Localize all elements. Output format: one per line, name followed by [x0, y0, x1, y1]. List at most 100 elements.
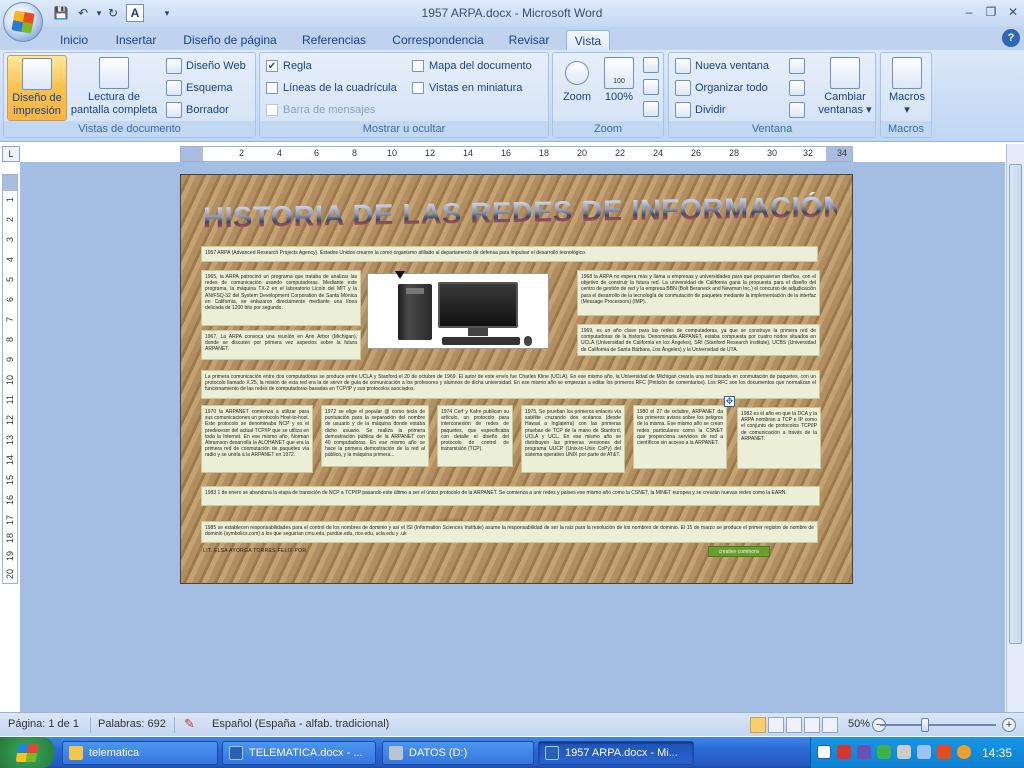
text-box-1965[interactable]: 1965, la ARPA patrocinó un programa que … [201, 270, 361, 326]
office-button[interactable] [3, 2, 43, 42]
app-icon[interactable] [897, 745, 911, 759]
tab-diseno-pagina[interactable]: Diseño de página [178, 30, 282, 50]
reset-window-icon[interactable] [789, 102, 809, 118]
proofing-icon[interactable]: ✎ [184, 716, 195, 732]
document-page[interactable]: HISTORIA DE LAS REDES DE INFORMACIÓN 195… [180, 174, 853, 584]
zoom-slider[interactable] [880, 724, 996, 726]
draft-view-icon[interactable] [822, 717, 838, 733]
word-count[interactable]: Palabras: 692 [98, 718, 166, 730]
dividir-button[interactable]: Dividir [675, 102, 726, 118]
tab-referencias[interactable]: Referencias [298, 30, 370, 50]
side-by-side-icon[interactable] [789, 58, 809, 74]
esquema-button[interactable]: Esquema [166, 80, 232, 96]
magnifier-icon [565, 61, 589, 85]
zoom-level[interactable]: 50% [848, 718, 870, 730]
vertical-scrollbar[interactable] [1006, 144, 1024, 712]
scrollbar-thumb[interactable] [1009, 164, 1022, 644]
macros-button[interactable]: Macros ▾ [885, 57, 929, 117]
tab-selector[interactable]: L [2, 146, 20, 162]
folder-icon [69, 746, 83, 760]
app-icon[interactable] [957, 745, 971, 759]
taskbar: telematica TELEMATICA.docx - ... DATOS (… [0, 737, 1024, 768]
zoom-slider-thumb[interactable] [921, 718, 929, 732]
page-width-icon[interactable] [643, 101, 663, 117]
organizar-todo-button[interactable]: Organizar todo [675, 80, 768, 96]
task-arpa-docx[interactable]: 1957 ARPA.docx - Mi... [538, 741, 694, 765]
text-box-1985[interactable]: 1985 se establecen responsabilidades par… [201, 521, 818, 543]
vertical-ruler[interactable]: 1 2 3 4 5 6 7 8 9 10 11 12 13 14 15 16 1… [2, 174, 18, 584]
tab-insertar[interactable]: Insertar [108, 30, 164, 50]
full-screen-reading-icon [99, 57, 129, 89]
close-button[interactable]: ✕ [1002, 3, 1024, 21]
hp-icon[interactable] [817, 745, 831, 759]
web-view-icon[interactable] [786, 717, 802, 733]
vistas-miniatura-checkbox[interactable]: Vistas en miniatura [412, 82, 522, 94]
app-icon[interactable] [877, 745, 891, 759]
network-icon[interactable] [917, 745, 931, 759]
restore-button[interactable]: ❐ [980, 3, 1002, 21]
group-ventana: Nueva ventana Organizar todo Dividir Cam… [668, 52, 876, 138]
app-icon[interactable] [857, 745, 871, 759]
text-box-1975[interactable]: 1975, Se prueban los primeros enlaces ví… [521, 405, 625, 473]
text-box-1972[interactable]: 1972 se elige el popular @ como tecla de… [321, 405, 429, 467]
text-box-1967[interactable]: 1967, La ARPA convoca una reunión en Ann… [201, 330, 361, 360]
lectura-pantalla-button[interactable]: Lectura de pantalla completa [68, 57, 160, 123]
print-layout-icon [22, 58, 52, 90]
web-layout-icon [166, 58, 182, 74]
text-box-1970[interactable]: 1970 la ARPANET comienza a utilizar para… [201, 405, 313, 473]
text-box-1983[interactable]: 1983 1 de enero se abandona la etapa de … [201, 486, 820, 506]
text-box-1968[interactable]: 1968 la ARPA no espera más y llama a emp… [577, 270, 820, 316]
word-icon [229, 746, 243, 760]
task-datos[interactable]: DATOS (D:) [382, 741, 534, 765]
task-telematica-docx[interactable]: TELEMATICA.docx - ... [222, 741, 376, 765]
help-icon[interactable]: ? [1002, 29, 1020, 47]
cambiar-ventanas-button[interactable]: Cambiar ventanas ▾ [817, 57, 873, 117]
start-button[interactable] [0, 737, 54, 768]
one-page-icon[interactable] [643, 57, 663, 73]
diseno-impresion-button[interactable]: Diseño de impresión [7, 55, 67, 121]
zoom-in-icon[interactable]: + [1002, 718, 1016, 732]
task-telematica[interactable]: telematica [62, 741, 218, 765]
app-icon[interactable] [937, 745, 951, 759]
ribbon-tabs: Inicio Insertar Diseño de página Referen… [0, 27, 1024, 50]
zoom-100-button[interactable]: 100 100% [599, 57, 639, 104]
print-layout-view-icon[interactable] [750, 717, 766, 733]
title-bar: 💾 ↶ ▾ ↻ A ▾ 1957 ARPA.docx - Microsoft W… [0, 0, 1024, 42]
document-title[interactable]: HISTORIA DE LAS REDES DE INFORMACIÓN [203, 191, 845, 238]
sync-scroll-icon[interactable] [789, 80, 809, 96]
mapa-documento-checkbox[interactable]: Mapa del documento [412, 60, 532, 72]
diseno-web-button[interactable]: Diseño Web [166, 58, 246, 74]
horizontal-ruler[interactable]: 2 4 6 8 10 12 14 16 18 20 22 24 26 28 30… [180, 146, 853, 162]
language[interactable]: Español (España - alfab. tradicional) [212, 718, 389, 730]
computer-image[interactable] [367, 273, 549, 349]
tab-revisar[interactable]: Revisar [504, 30, 554, 50]
nueva-ventana-button[interactable]: Nueva ventana [675, 58, 769, 74]
acrobat-icon[interactable] [837, 745, 851, 759]
text-box-1957[interactable]: 1957 ARPA (Advanced Research Projects Ag… [201, 246, 818, 262]
zoom-button[interactable]: Zoom [557, 57, 597, 104]
page-100-icon: 100 [604, 57, 634, 89]
outline-view-icon[interactable] [804, 717, 820, 733]
text-box-1982[interactable]: 1982 es el año en que la DCA y la ARPA n… [737, 407, 821, 469]
reading-view-icon[interactable] [768, 717, 784, 733]
page-count[interactable]: Página: 1 de 1 [8, 718, 79, 730]
creative-commons-logo: creative commons [708, 546, 770, 557]
clock[interactable]: 14:35 [982, 746, 1012, 760]
keyboard [442, 337, 520, 345]
move-handle-icon[interactable]: ✥ [724, 396, 735, 407]
regla-checkbox[interactable]: ✔ Regla [266, 60, 312, 72]
group-label: Vistas de documento [4, 121, 255, 137]
minimize-button[interactable]: – [958, 3, 980, 21]
tab-inicio[interactable]: Inicio [52, 30, 96, 50]
borrador-button[interactable]: Borrador [166, 102, 229, 118]
text-box-1974[interactable]: 1974 Cerf y Kahn publican su artículo, u… [437, 405, 513, 467]
tab-vista[interactable]: Vista [566, 30, 610, 50]
text-box-1969[interactable]: 1969, es un año clave para las redes de … [577, 324, 820, 356]
two-pages-icon[interactable] [643, 79, 663, 95]
text-box-1980[interactable]: 1980 el 27 de octubre, ARPANET da los pr… [633, 405, 727, 469]
switch-windows-icon [830, 57, 860, 89]
text-box-1969-comunicacion[interactable]: La primera comunicación entre dos comput… [201, 370, 820, 399]
group-vistas-documento: Diseño de impresión Lectura de pantalla … [3, 52, 256, 138]
tab-correspondencia[interactable]: Correspondencia [386, 30, 490, 50]
lineas-cuadricula-checkbox[interactable]: Líneas de la cuadrícula [266, 82, 397, 94]
